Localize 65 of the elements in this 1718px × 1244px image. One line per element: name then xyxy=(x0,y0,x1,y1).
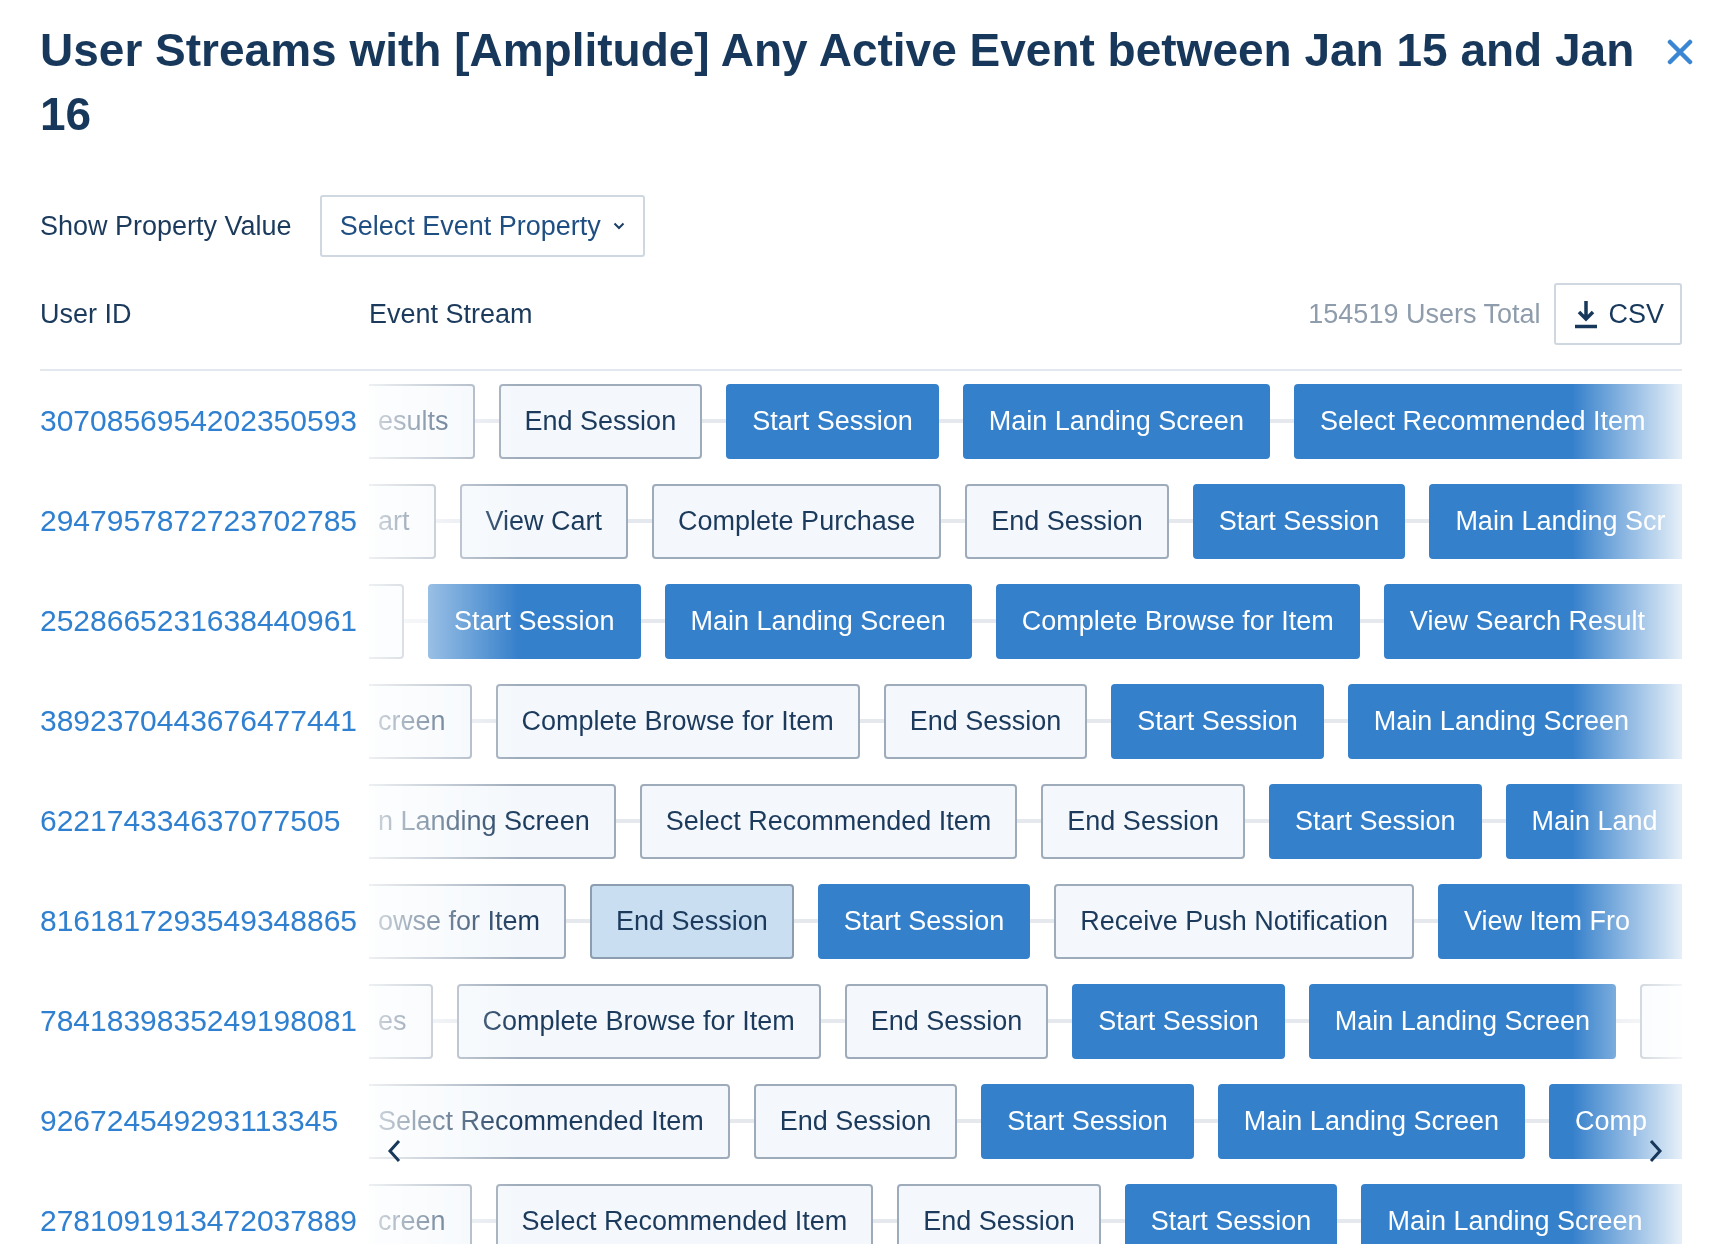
chevron-right-icon[interactable] xyxy=(1649,1139,1663,1163)
user-id-link[interactable]: 3070856954202350593 xyxy=(40,404,369,438)
event-chip[interactable]: Main Landing Screen xyxy=(1217,1083,1525,1159)
event-chip[interactable]: Complete Browse for Item xyxy=(456,983,821,1059)
event-chip[interactable]: Main Land xyxy=(1505,783,1682,859)
event-chip[interactable]: Start Session xyxy=(1192,483,1406,559)
user-id-link[interactable]: 2528665231638440961 xyxy=(40,604,369,638)
event-chip[interactable]: End Session xyxy=(498,383,703,459)
event-chip[interactable]: esults xyxy=(369,383,475,459)
event-chip[interactable]: Main Landing Screen xyxy=(1347,683,1682,759)
user-id-link[interactable]: 8161817293549348865 xyxy=(40,904,369,938)
event-chip[interactable]: Start Session xyxy=(428,583,641,659)
event-chip[interactable]: Main Landing Screen xyxy=(664,583,972,659)
event-chip[interactable]: View Item Fro xyxy=(1437,883,1682,959)
event-chip[interactable]: End Session xyxy=(753,1083,958,1159)
event-chip[interactable]: Complete Purchase xyxy=(652,483,942,559)
event-chip[interactable]: Complete Browse for Item xyxy=(995,583,1360,659)
event-chip[interactable]: Select Recommended Item xyxy=(639,783,1018,859)
event-chip[interactable]: n Landing Screen xyxy=(369,783,616,859)
event-chip[interactable]: Main Landing Screen xyxy=(962,383,1270,459)
column-header: User ID xyxy=(40,298,133,330)
user-id-link[interactable]: 926724549293113345 xyxy=(40,1104,369,1138)
chevron-left-icon[interactable] xyxy=(387,1139,401,1163)
event-chip[interactable]: View Cart xyxy=(459,483,629,559)
event-chip[interactable]: End Session xyxy=(897,1183,1101,1244)
event-chip[interactable]: View Search Result xyxy=(1383,583,1682,659)
users-total-count: 154519 Users Total xyxy=(1308,298,1541,330)
user-id-link[interactable]: 622174334637077505 xyxy=(40,804,369,838)
event-chip[interactable]: Main Landing Screen xyxy=(1361,1183,1682,1244)
event-chip[interactable]: Start Session xyxy=(817,883,1031,959)
dialog-title: User Streams with [Amplitude] Any Active Event between Jan 15 and Jan 16 xyxy=(40,23,1636,142)
csv-export-button[interactable]: CSV xyxy=(1554,283,1682,345)
event-chip[interactable]: Select Recommended Item xyxy=(495,1183,874,1244)
event-chip[interactable]: creen xyxy=(369,1183,472,1244)
event-chip[interactable]: Start Session xyxy=(1124,1183,1338,1244)
event-chip[interactable]: Select Recommended Item xyxy=(1293,383,1682,459)
close-icon xyxy=(1667,39,1693,65)
column-header: Event Stream xyxy=(369,298,534,330)
user-id-link[interactable]: 3892370443676477441 xyxy=(40,704,369,738)
property-label: Show Property Value xyxy=(40,210,292,242)
event-chip[interactable]: Main Landing Screen xyxy=(1308,983,1616,1059)
event-chip[interactable]: Select Recommended Item xyxy=(369,1083,730,1159)
event-chip[interactable]: owse for Item xyxy=(369,883,567,959)
event-chip[interactable]: Start Session xyxy=(1268,783,1482,859)
user-id-link[interactable]: 7841839835249198081 xyxy=(40,1004,369,1038)
close-button[interactable] xyxy=(1667,39,1693,65)
download-icon xyxy=(1574,299,1599,329)
event-chip[interactable]: End Session xyxy=(883,683,1088,759)
event-chip[interactable]: Receive Push Notification xyxy=(1054,883,1414,959)
event-chip[interactable]: Start Session xyxy=(1111,683,1324,759)
event-chip[interactable]: creen xyxy=(369,683,472,759)
event-chip[interactable]: Start Session xyxy=(981,1083,1194,1159)
event-property-dropdown[interactable]: Select Event Property xyxy=(319,195,645,257)
user-id-link[interactable]: 2947957872723702785 xyxy=(40,504,369,538)
user-id-link[interactable]: 2781091913472037889 xyxy=(40,1204,369,1238)
event-chip[interactable]: End Session xyxy=(590,883,794,959)
event-chip[interactable]: Main Landing Scr xyxy=(1429,483,1682,559)
event-chip[interactable]: Comp xyxy=(1549,1083,1682,1159)
event-chip[interactable]: Complete Browse for Item xyxy=(495,683,860,759)
event-chip[interactable]: End Session xyxy=(965,483,1169,559)
event-chip[interactable]: Start Session xyxy=(726,383,939,459)
event-chip[interactable]: Start Session xyxy=(1072,983,1285,1059)
event-chip[interactable]: End Session xyxy=(844,983,1049,1059)
chevron-down-icon xyxy=(612,222,625,230)
event-chip[interactable]: End Session xyxy=(1041,783,1245,859)
